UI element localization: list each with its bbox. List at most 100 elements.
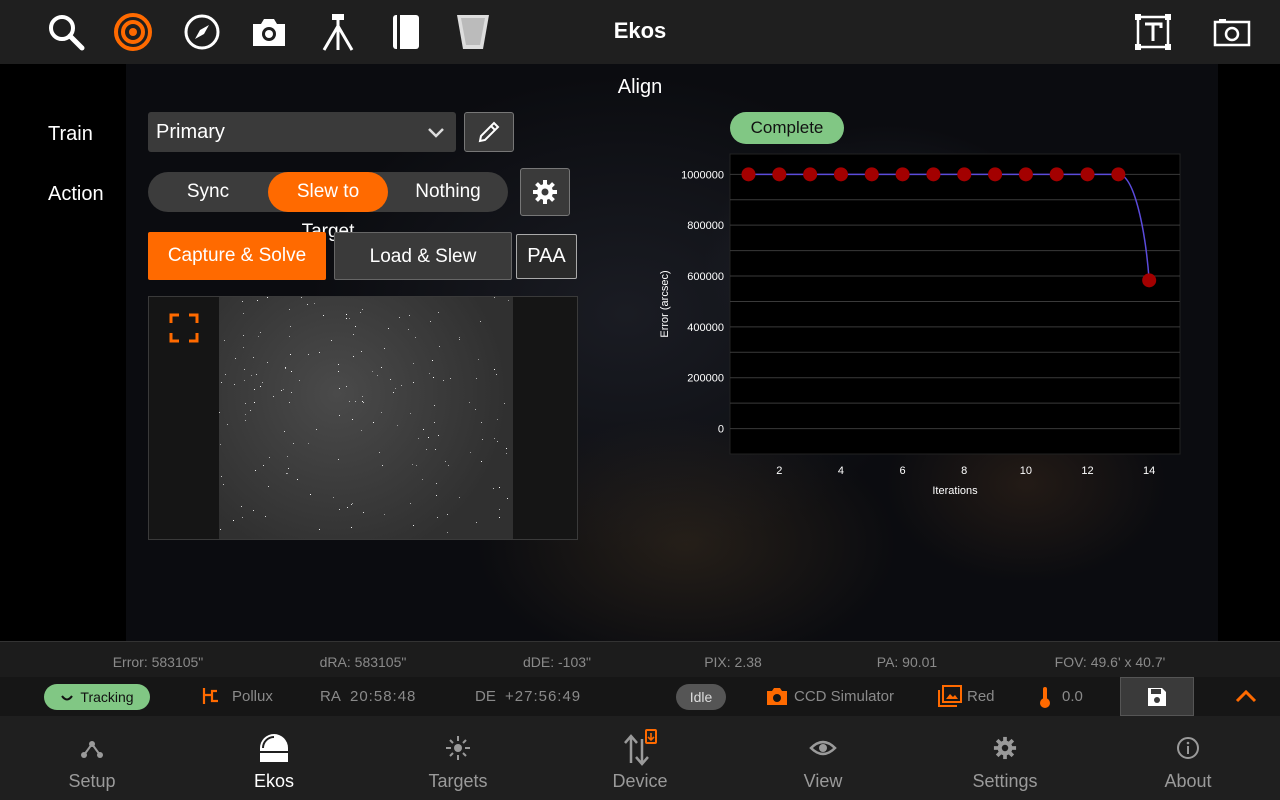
mount-icon	[202, 687, 220, 710]
target-name: Pollux	[232, 688, 273, 705]
data-point	[803, 167, 818, 182]
pencil-icon	[478, 121, 500, 143]
train-dropdown[interactable]: Primary	[148, 112, 456, 152]
error-readout: Error: 583105"	[112, 654, 204, 670]
data-point	[741, 167, 756, 182]
fov-readout: FOV: 49.6' x 40.7'	[1054, 654, 1166, 670]
x-tick-label: 6	[900, 465, 906, 477]
action-sync[interactable]: Sync	[148, 172, 268, 212]
de-label: DE	[475, 688, 496, 705]
plot-area	[729, 153, 1181, 455]
x-tick-label: 2	[776, 465, 782, 477]
align-settings-button[interactable]	[520, 168, 570, 216]
nav-label: Settings	[972, 771, 1038, 791]
flat-panel-icon[interactable]	[453, 12, 493, 52]
data-point	[1111, 167, 1126, 182]
nav-label: Setup	[68, 771, 116, 791]
data-point	[988, 167, 1003, 182]
search-icon[interactable]	[46, 12, 86, 52]
data-point	[833, 167, 848, 182]
y-tick-label: 200000	[687, 373, 724, 385]
train-label: Train	[48, 123, 93, 145]
camera-status-icon	[766, 686, 788, 711]
gear-icon	[533, 180, 557, 204]
x-axis-label: Iterations	[932, 485, 978, 497]
action-slew-to-target[interactable]: Slew to Target	[268, 172, 388, 242]
camera-name: CCD Simulator	[794, 688, 895, 705]
x-tick-label: 10	[1020, 465, 1032, 477]
section-title: Align	[617, 76, 663, 98]
fullscreen-icon[interactable]	[169, 313, 199, 343]
idle-badge: Idle	[676, 684, 726, 710]
tripod-icon[interactable]	[318, 12, 358, 52]
target-icon[interactable]	[113, 12, 153, 52]
data-point	[957, 167, 972, 182]
y-tick-label: 0	[718, 424, 724, 436]
dde-readout: dDE: -103"	[522, 654, 591, 670]
screenshot-icon[interactable]	[1212, 12, 1252, 52]
nav-label: Targets	[428, 771, 488, 791]
nav-label: About	[1164, 771, 1212, 791]
captured-frame	[219, 297, 513, 539]
status-bar: Tracking Pollux RA 20:58:48 DE +27:56:49…	[0, 677, 1280, 716]
bottom-navigation: Setup Ekos Targets Device View Settings	[0, 716, 1280, 800]
info-icon	[1168, 730, 1208, 766]
text-frame-icon[interactable]	[1133, 12, 1173, 52]
image-viewer[interactable]	[148, 296, 578, 540]
ra-value: 20:58:48	[350, 688, 417, 705]
data-point	[772, 167, 787, 182]
observatory-icon	[254, 730, 294, 766]
y-tick-label: 600000	[687, 271, 724, 283]
compass-icon[interactable]	[182, 12, 222, 52]
dra-readout: dRA: 583105"	[319, 654, 407, 670]
nav-ekos[interactable]: Ekos	[214, 716, 334, 800]
notebook-icon[interactable]	[386, 12, 426, 52]
error-chart: 0 200000 400000 600000 800000 1000000 2 4 6 8 10 12…	[659, 153, 1181, 497]
nav-settings[interactable]: Settings	[945, 716, 1065, 800]
y-tick-label: 800000	[687, 220, 724, 232]
action-segmented-control: Sync Slew to Target Nothing	[148, 172, 508, 242]
filter-icon	[938, 685, 962, 712]
chevron-up-icon[interactable]	[1234, 686, 1258, 711]
align-panel: Align Train Primary Action Sync Slew to …	[0, 64, 1280, 641]
paa-button[interactable]: PAA	[516, 234, 577, 279]
status-badge: Complete	[730, 112, 844, 144]
data-point	[1080, 167, 1095, 182]
x-tick-label: 14	[1143, 465, 1155, 477]
thermometer-icon	[1038, 685, 1052, 714]
nav-about[interactable]: About	[1128, 716, 1248, 800]
x-tick-label: 8	[961, 465, 967, 477]
camera-icon[interactable]	[249, 12, 289, 52]
edit-train-button[interactable]	[464, 112, 514, 152]
data-point	[1142, 273, 1157, 288]
capture-solve-button[interactable]: Capture & Solve	[148, 232, 326, 280]
nav-label: Ekos	[253, 771, 295, 791]
gear-icon	[985, 730, 1025, 766]
nav-label: View	[803, 771, 843, 791]
nav-targets[interactable]: Targets	[398, 716, 518, 800]
filter-name: Red	[967, 688, 995, 705]
device-transfer-icon	[620, 729, 660, 766]
action-nothing[interactable]: Nothing	[388, 172, 508, 212]
data-point	[1049, 167, 1064, 182]
action-label: Action	[48, 183, 104, 205]
nav-view[interactable]: View	[763, 716, 883, 800]
network-icon	[72, 730, 112, 766]
chevron-down-icon	[426, 122, 446, 148]
app-title: Ekos	[613, 18, 667, 43]
nav-setup[interactable]: Setup	[32, 716, 152, 800]
nav-device[interactable]: Device	[580, 716, 700, 800]
nav-label: Device	[612, 771, 668, 791]
star-dots	[219, 297, 220, 298]
crosshair-icon	[438, 730, 478, 766]
train-value: Primary	[156, 121, 225, 143]
load-slew-button[interactable]: Load & Slew	[334, 232, 512, 280]
top-app-bar: Ekos	[0, 0, 1280, 64]
pa-readout: PA: 90.01	[876, 654, 938, 670]
smile-icon	[61, 695, 74, 701]
temperature-value: 0.0	[1062, 688, 1083, 705]
de-value: +27:56:49	[505, 688, 582, 705]
data-point	[1018, 167, 1033, 182]
solution-info-bar: Error: 583105" dRA: 583105" dDE: -103" P…	[0, 641, 1280, 677]
save-button[interactable]	[1120, 677, 1194, 716]
